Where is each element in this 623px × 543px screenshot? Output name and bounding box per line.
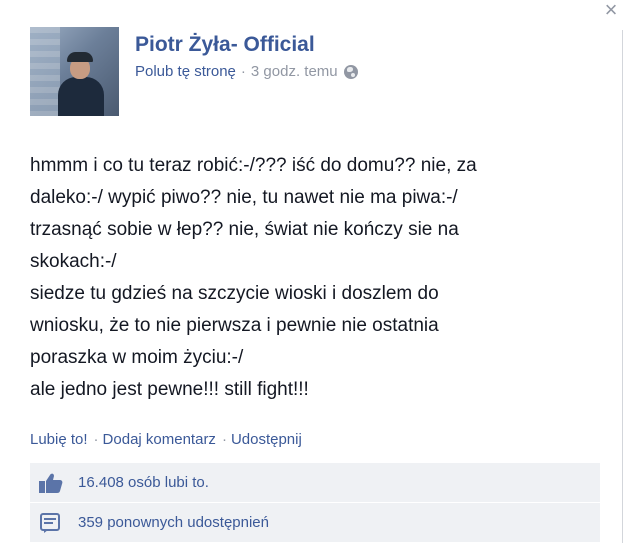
comment-button[interactable]: Dodaj komentarz [103, 431, 216, 448]
post-message: hmmm i co tu teraz robić:-/??? iść do do… [30, 150, 590, 406]
message-line: trzasnąć sobie w łep?? nie, świat nie ko… [30, 219, 459, 240]
avatar-figure-cap [67, 52, 93, 62]
message-line: wniosku, że to nie pierwsza i pewnie nie… [30, 315, 439, 336]
avatar-background [30, 27, 60, 116]
like-page-link[interactable]: Polub tę stronę [135, 63, 236, 80]
close-icon[interactable]: × [601, 0, 621, 21]
post-meta: Piotr Żyła- Official Polub tę stronę · 3… [135, 27, 358, 116]
thumbs-up-icon [39, 473, 63, 493]
likes-count-link[interactable]: 16.408 osób lubi to. [78, 474, 209, 491]
avatar-figure-body [58, 77, 104, 116]
message-line: hmmm i co tu teraz robić:-/??? iść do do… [30, 155, 477, 176]
separator-dot: · [221, 431, 227, 448]
avatar[interactable] [30, 27, 119, 116]
share-icon [40, 512, 60, 533]
like-button[interactable]: Lubię to! [30, 431, 88, 448]
page-name-link[interactable]: Piotr Żyła- Official [135, 33, 358, 57]
message-line: poraszka w moim życiu:-/ [30, 347, 244, 368]
message-line: siedze tu gdzieś na szczycie wioski i do… [30, 283, 439, 304]
facebook-post: × Piotr Żyła- Official Polub tę stronę ·… [0, 0, 623, 543]
separator-dot: · [93, 431, 99, 448]
post-subline: Polub tę stronę · 3 godz. temu [135, 63, 358, 80]
share-button[interactable]: Udostępnij [231, 431, 302, 448]
message-line: skokach:-/ [30, 251, 117, 272]
message-line: ale jedno jest pewne!!! still fight!!! [30, 379, 309, 400]
likes-row: 16.408 osób lubi to. [30, 463, 600, 503]
feedback-box: 16.408 osób lubi to. 359 ponownych udost… [30, 463, 600, 543]
message-line: daleko:-/ wypić piwo?? nie, tu nawet nie… [30, 187, 458, 208]
globe-icon[interactable] [343, 64, 358, 79]
post-header: Piotr Żyła- Official Polub tę stronę · 3… [30, 27, 358, 116]
shares-row: 359 ponownych udostępnień [30, 503, 600, 543]
post-actions: Lubię to! · Dodaj komentarz · Udostępnij [30, 431, 302, 448]
separator-dot: · [240, 63, 246, 80]
shares-count-link[interactable]: 359 ponownych udostępnień [78, 514, 269, 531]
timestamp-link[interactable]: 3 godz. temu [251, 63, 338, 80]
